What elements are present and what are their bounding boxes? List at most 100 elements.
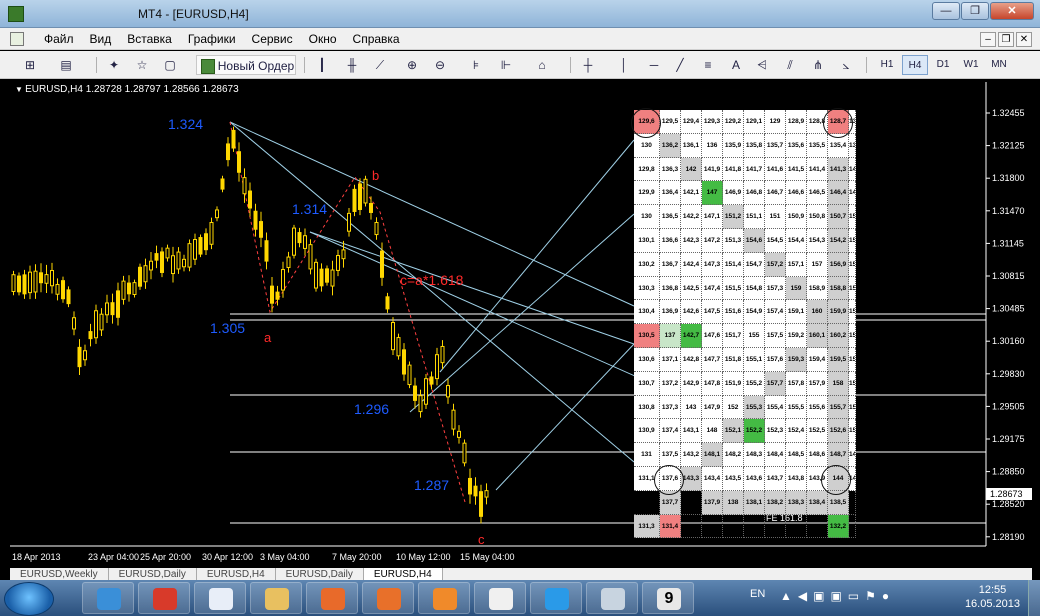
- grid-cell: 142,5: [681, 276, 702, 301]
- grid-cell: 151: [765, 205, 786, 229]
- tray-icons[interactable]: ▲◀▣▣▭⚑●: [780, 589, 895, 603]
- grid-cell: 146,9: [723, 181, 744, 206]
- taskbar-skype[interactable]: [530, 582, 582, 614]
- chart-tab[interactable]: EURUSD,Weekly: [10, 568, 109, 580]
- chart-tab[interactable]: EURUSD,Daily: [109, 568, 197, 580]
- grid-cell: 148,2: [723, 443, 744, 467]
- grid-cell: 154,9: [744, 300, 765, 325]
- candle-body: [22, 274, 27, 295]
- grid-cell: 143,5: [723, 466, 744, 491]
- chart-tab[interactable]: EURUSD,H4: [197, 568, 276, 580]
- chart-shift-icon[interactable]: ⊩: [496, 55, 516, 75]
- price-tick-label: 1.30485: [992, 304, 1025, 314]
- taskbar-mail[interactable]: [194, 582, 246, 614]
- timeframe-h4[interactable]: H4: [902, 55, 928, 75]
- gann-icon[interactable]: ⦣: [836, 55, 856, 75]
- fibonacci-icon[interactable]: ⫽: [780, 55, 800, 75]
- horizontal-line-icon[interactable]: ─: [644, 55, 664, 75]
- candle-body: [198, 237, 203, 255]
- new-order-button[interactable]: Новый Ордер: [196, 55, 296, 75]
- start-button[interactable]: [4, 582, 54, 616]
- mdi-close-icon[interactable]: ✕: [1016, 32, 1032, 47]
- mdi-minimize-icon[interactable]: –: [980, 32, 996, 47]
- menu-item-2[interactable]: Вставка: [119, 28, 180, 50]
- taskbar-mt4[interactable]: [474, 582, 526, 614]
- trendline-icon[interactable]: ╱: [670, 55, 690, 75]
- grid-cell: 137,4: [660, 419, 681, 444]
- grid-cell: 15: [849, 395, 856, 420]
- grid-cell: 137,3: [660, 395, 681, 420]
- candle-body: [402, 349, 406, 375]
- taskbar-badge-app[interactable]: 9: [642, 582, 694, 614]
- grid-cell: 135,8: [744, 133, 765, 158]
- taskbar-player[interactable]: [418, 582, 470, 614]
- candle-body: [209, 222, 214, 245]
- zoom-out-icon[interactable]: ⊖: [430, 55, 450, 75]
- menu-item-5[interactable]: Окно: [301, 28, 345, 50]
- grid-cell: 129,5: [660, 110, 681, 134]
- chart-tab[interactable]: EURUSD,H4: [363, 568, 443, 580]
- indicators-icon[interactable]: ⌂: [532, 55, 552, 75]
- taskbar-office[interactable]: [306, 582, 358, 614]
- minimize-button[interactable]: —: [932, 2, 960, 20]
- menu-item-1[interactable]: Вид: [82, 28, 120, 50]
- text-label-icon[interactable]: ⩤: [752, 55, 772, 75]
- grid-cell: 141,7: [744, 157, 765, 182]
- price-chart[interactable]: 1.32455 1.32125 1.31800 1.31470 1.31145 1.308…: [10, 82, 1032, 568]
- taskbar-calculator[interactable]: [586, 582, 638, 614]
- candle-body: [391, 322, 395, 351]
- text-tool-icon[interactable]: A: [726, 55, 746, 75]
- timeframe-mn[interactable]: MN: [986, 55, 1012, 75]
- auto-scroll-icon[interactable]: ⊧: [466, 55, 486, 75]
- timeframe-w1[interactable]: W1: [958, 55, 984, 75]
- grid-cell: 148,7: [828, 443, 849, 467]
- taskbar-ie[interactable]: [82, 582, 134, 614]
- clock[interactable]: 12:55 16.05.2013: [965, 583, 1020, 611]
- grid-cell: 143,6: [744, 466, 765, 491]
- menu-item-0[interactable]: Файл: [36, 28, 82, 50]
- taskbar-yandex[interactable]: [138, 582, 190, 614]
- grid-cell: 154,2: [828, 228, 849, 253]
- crosshair-icon[interactable]: ┼: [578, 55, 598, 75]
- candle-body: [336, 255, 340, 271]
- terminal-icon[interactable]: ▢: [160, 55, 180, 75]
- maximize-button[interactable]: ❐: [961, 2, 989, 20]
- candle-body: [215, 209, 219, 219]
- timeframe-h1[interactable]: H1: [874, 55, 900, 75]
- grid-cell: 141,6: [765, 157, 786, 182]
- show-desktop-button[interactable]: [1028, 580, 1040, 616]
- grid-cell: 160,2: [828, 324, 849, 348]
- candle-body: [127, 282, 131, 295]
- grid-cell: 143,7: [765, 466, 786, 491]
- chart-tab[interactable]: EURUSD,Daily: [276, 568, 364, 580]
- document-icon[interactable]: [10, 32, 24, 46]
- mdi-restore-icon[interactable]: ❐: [998, 32, 1014, 47]
- price-tick-label: 1.31470: [992, 206, 1025, 216]
- profiles-icon[interactable]: ▤: [56, 55, 76, 75]
- taskbar-folder[interactable]: [250, 582, 302, 614]
- navigator-icon[interactable]: ☆: [132, 55, 152, 75]
- grid-cell: 147: [702, 181, 723, 206]
- candle-body: [154, 253, 159, 261]
- candle-body: [270, 285, 274, 304]
- candle-body: [424, 378, 428, 405]
- taskbar-firefox[interactable]: [362, 582, 414, 614]
- line-chart-icon[interactable]: ⟋: [370, 55, 390, 75]
- grid-cell: 157,2: [765, 252, 786, 277]
- andrews-pitchfork-icon[interactable]: ⋔: [808, 55, 828, 75]
- language-indicator[interactable]: EN: [750, 588, 765, 600]
- bar-chart-icon[interactable]: ┃: [312, 55, 332, 75]
- channel-icon[interactable]: ≡: [698, 55, 718, 75]
- menu-item-6[interactable]: Справка: [345, 28, 408, 50]
- menu-item-4[interactable]: Сервис: [244, 28, 301, 50]
- menu-item-3[interactable]: Графики: [180, 28, 244, 50]
- chart-canvas[interactable]: 1.32455 1.32125 1.31800 1.31470 1.31145 1.308…: [10, 82, 1032, 568]
- new-chart-icon[interactable]: ⊞: [20, 55, 40, 75]
- timeframe-d1[interactable]: D1: [930, 55, 956, 75]
- price-tick-label: 1.29830: [992, 369, 1025, 379]
- close-button[interactable]: ✕: [990, 2, 1034, 20]
- zoom-in-icon[interactable]: ⊕: [402, 55, 422, 75]
- candlestick-icon[interactable]: ╫: [342, 55, 362, 75]
- vertical-line-icon[interactable]: │: [614, 55, 634, 75]
- market-watch-icon[interactable]: ✦: [104, 55, 124, 75]
